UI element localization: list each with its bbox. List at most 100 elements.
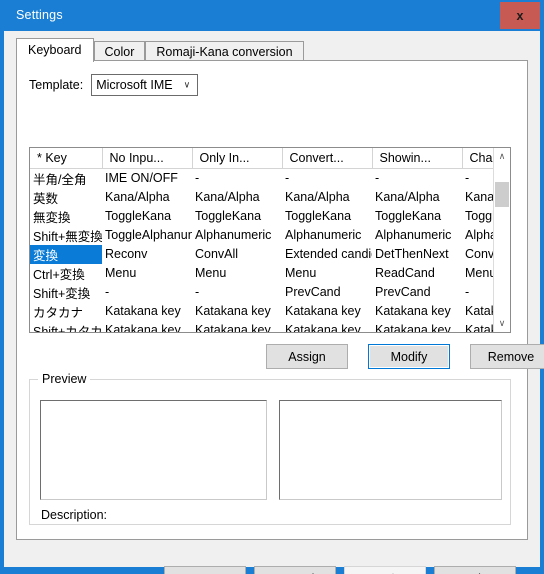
cancel-button[interactable]: Cancel — [254, 566, 336, 574]
table-row-selected[interactable]: 変換 Reconv ConvAll Extended candidate Det… — [30, 244, 493, 264]
preview-pane-right[interactable] — [279, 400, 502, 500]
client-area: Keyboard Color Romaji-Kana conversion Te… — [4, 31, 544, 574]
cell-showing: ToggleKana — [375, 209, 442, 223]
cell-key: 半角/全角 — [33, 172, 87, 187]
cell-changing: ConvPhra — [465, 247, 493, 261]
column-header-showing[interactable]: Showin... — [372, 148, 463, 169]
cell-converting: PrevCand — [285, 285, 341, 299]
column-header-key[interactable]: * Key — [30, 148, 103, 169]
cell-no-input: ToggleKana — [105, 209, 172, 223]
column-header-changing[interactable]: Changi... — [462, 148, 493, 169]
action-button-row: Assign Modify Remove — [266, 344, 544, 369]
cell-showing: Kana/Alpha — [375, 190, 440, 204]
ok-button[interactable]: OK — [164, 566, 246, 574]
preview-panes — [40, 400, 502, 500]
preview-pane-left[interactable] — [40, 400, 267, 500]
apply-button: Apply — [344, 566, 426, 574]
cell-showing: ReadCand — [375, 266, 435, 280]
table-row[interactable]: 英数 Kana/Alpha Kana/Alpha Kana/Alpha Kana… — [30, 188, 493, 207]
cell-key: Shift+変換 — [33, 286, 91, 301]
cell-changing: - — [465, 171, 470, 185]
cell-converting: ToggleKana — [285, 209, 352, 223]
cell-only-input: Alphanumeric — [195, 228, 272, 242]
cell-only-input: - — [195, 285, 200, 299]
cell-key: カタカナ — [33, 305, 84, 320]
column-header-only-input[interactable]: Only In... — [192, 148, 283, 169]
help-button[interactable]: Help — [434, 566, 516, 574]
cell-changing: - — [465, 285, 470, 299]
scrollbar-thumb[interactable] — [495, 182, 509, 207]
cell-only-input: Katakana key — [195, 304, 271, 318]
cell-converting: - — [285, 171, 290, 185]
table-header-row: * Key No Inpu... Only In... Convert... S… — [30, 148, 493, 169]
cell-changing: ToggleKana — [465, 209, 493, 223]
cell-no-input: IME ON/OFF — [105, 171, 178, 185]
cell-no-input: Katakana key — [105, 304, 181, 318]
table-row[interactable]: Ctrl+変換 Menu Menu Menu ReadCand Menu Men… — [30, 264, 493, 283]
table-row[interactable]: Shift+無変換 ToggleAlphanumeric Alphanumeri… — [30, 226, 493, 245]
tab-keyboard[interactable]: Keyboard — [16, 38, 94, 62]
scroll-down-icon[interactable]: ∨ — [494, 315, 510, 332]
cell-key: 無変換 — [33, 210, 71, 225]
tab-color[interactable]: Color — [93, 41, 146, 61]
cell-changing: Katakana key — [465, 304, 493, 318]
template-value: Microsoft IME — [96, 78, 173, 92]
table-row[interactable]: カタカナ Katakana key Katakana key Katakana … — [30, 302, 493, 321]
cell-key: Shift+無変換 — [33, 229, 102, 244]
cell-only-input: Menu — [195, 266, 227, 280]
cell-converting: Alphanumeric — [285, 228, 362, 242]
cell-showing: DetThenNext — [375, 247, 449, 261]
cell-only-input: ConvAll — [195, 247, 239, 261]
cell-converting: Kana/Alpha — [285, 190, 350, 204]
assign-button[interactable]: Assign — [266, 344, 348, 369]
dialog-button-row: OK Cancel Apply Help — [164, 566, 516, 574]
template-combobox[interactable]: Microsoft IME ∨ — [91, 74, 199, 96]
template-label: Template: — [29, 78, 84, 92]
title-bar: Settings x — [0, 0, 544, 31]
cell-showing: - — [375, 171, 380, 185]
table-row[interactable]: Shift+カタカナ Katakana key Katakana key Kat… — [30, 321, 493, 332]
template-row: Template: Microsoft IME ∨ — [29, 74, 199, 96]
vertical-scrollbar[interactable]: ∧ ∨ — [493, 148, 510, 332]
column-header-no-input[interactable]: No Inpu... — [102, 148, 193, 169]
table-row[interactable]: Shift+変換 - - PrevCand PrevCand - - — [30, 283, 493, 302]
key-assignment-list[interactable]: * Key No Inpu... Only In... Convert... S… — [29, 147, 511, 333]
cell-converting: Katakana key — [285, 304, 361, 318]
cell-converting: Katakana key — [285, 323, 361, 332]
cell-only-input: Katakana key — [195, 323, 271, 332]
cell-converting: Menu — [285, 266, 317, 280]
list-viewport: * Key No Inpu... Only In... Convert... S… — [30, 148, 493, 332]
cell-key: Ctrl+変換 — [33, 267, 85, 282]
cell-no-input: Katakana key — [105, 323, 181, 332]
cell-showing: Katakana key — [375, 323, 451, 332]
scroll-up-icon[interactable]: ∧ — [494, 148, 510, 165]
cell-showing: Alphanumeric — [375, 228, 452, 242]
cell-no-input: ToggleAlphanumeric — [105, 228, 192, 242]
chevron-down-icon: ∨ — [183, 79, 191, 90]
remove-button[interactable]: Remove — [470, 344, 544, 369]
cell-only-input: - — [195, 171, 200, 185]
table-row[interactable]: 半角/全角 IME ON/OFF - - - - - — [30, 168, 493, 188]
cell-changing: Katakana key — [465, 323, 493, 332]
cell-key: 変換 — [30, 244, 102, 264]
cell-no-input: Kana/Alpha — [105, 190, 170, 204]
cell-no-input: Reconv — [105, 247, 148, 261]
cell-only-input: ToggleKana — [195, 209, 262, 223]
tab-strip: Keyboard Color Romaji-Kana conversion — [16, 38, 528, 62]
tab-romaji-kana-conversion[interactable]: Romaji-Kana conversion — [145, 41, 304, 61]
cell-changing: Alphanumeric — [465, 228, 493, 242]
cell-changing: Menu — [465, 266, 493, 280]
cell-key: 英数 — [33, 191, 59, 206]
cell-only-input: Kana/Alpha — [195, 190, 260, 204]
cell-showing: Katakana key — [375, 304, 451, 318]
description-label: Description: — [41, 508, 107, 522]
column-header-converting[interactable]: Convert... — [282, 148, 373, 169]
close-icon[interactable]: x — [500, 2, 540, 29]
table-row[interactable]: 無変換 ToggleKana ToggleKana ToggleKana Tog… — [30, 207, 493, 226]
preview-pane-divider — [267, 400, 279, 500]
modify-button[interactable]: Modify — [368, 344, 450, 369]
cell-no-input: Menu — [105, 266, 137, 280]
settings-window: Settings x Keyboard Color Romaji-Kana co… — [0, 0, 544, 574]
cell-showing: PrevCand — [375, 285, 431, 299]
window-title: Settings — [16, 8, 63, 22]
